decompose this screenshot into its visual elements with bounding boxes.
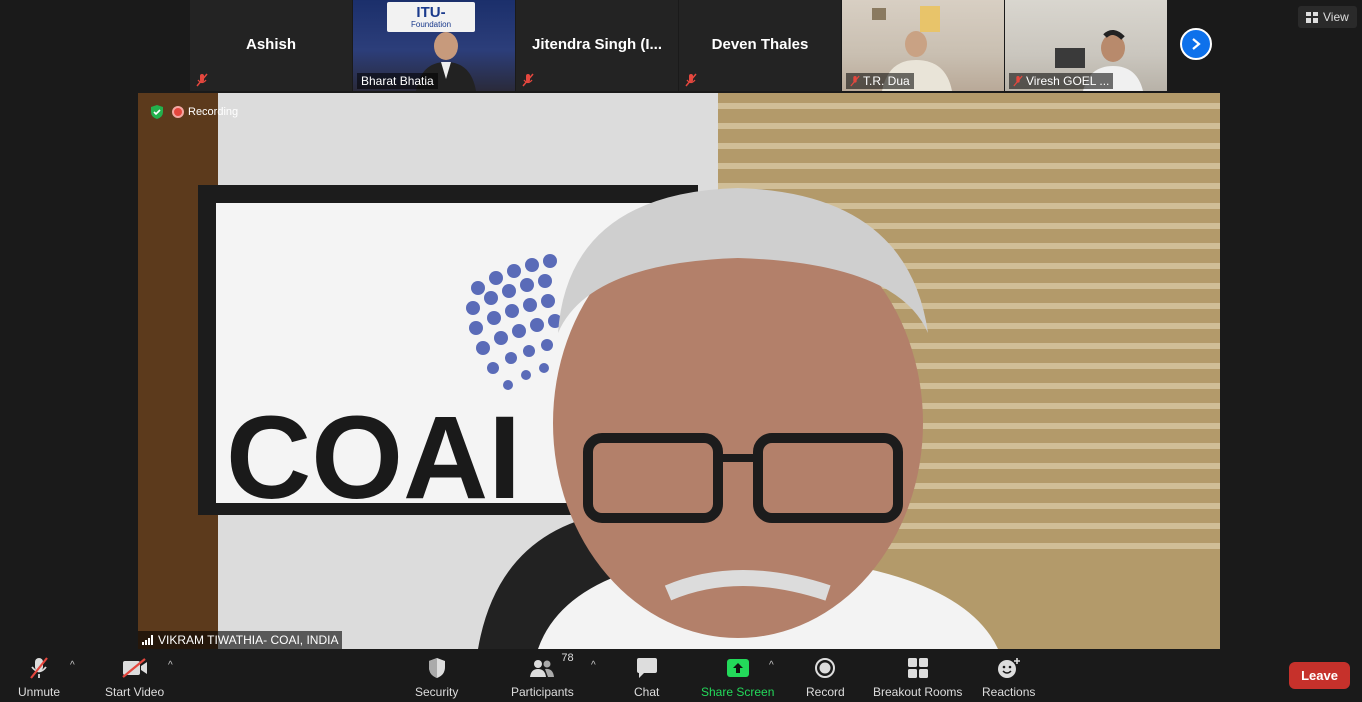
recording-dot-icon [172,106,184,118]
participant-name: Deven Thales [711,36,809,53]
participant-name-label: Viresh GOEL ... [1009,73,1114,89]
reactions-button[interactable]: Reactions [982,654,1035,699]
speaker-name-label: VIKRAM TIWATHIA- COAI, INDIA [138,631,343,649]
view-label: View [1323,10,1349,24]
participant-name-label: Bharat Bhatia [357,73,438,89]
chat-button[interactable]: Chat [634,654,659,699]
breakout-rooms-button[interactable]: Breakout Rooms [873,654,962,699]
leave-button[interactable]: Leave [1289,662,1350,689]
share-options-caret[interactable]: ^ [769,660,774,671]
participant-name: Jitendra Singh (I... [531,36,662,53]
active-speaker-video: COAI Recording VIKRAM TIWATHIA- COAI, IN… [138,93,1220,649]
chat-icon [636,658,657,678]
zoom-meeting-window: Ashish ITU- Foundation Bharat Bhatia Jite… [0,0,1362,702]
speaker-video-frame: COAI [138,93,1220,649]
start-video-button[interactable]: Start Video [105,654,164,699]
participants-button[interactable]: 78 Participants [511,652,574,699]
unmute-button[interactable]: Unmute [18,654,60,699]
muted-mic-icon [850,75,860,87]
record-icon [815,658,836,678]
grid-view-icon [1306,11,1318,23]
participants-options-caret[interactable]: ^ [591,660,596,671]
muted-mic-icon [30,657,48,679]
participants-icon [530,660,555,677]
muted-mic-icon [1013,75,1023,87]
view-button[interactable]: View [1298,6,1357,28]
chevron-right-icon [1192,38,1201,50]
share-screen-icon [726,659,749,677]
participant-tile-ashish[interactable]: Ashish [190,0,352,91]
muted-mic-icon [685,73,697,87]
next-page-button[interactable] [1180,28,1212,60]
security-button[interactable]: Security [415,654,458,699]
record-button[interactable]: Record [806,654,845,699]
participant-tile-jitendra-singh[interactable]: Jitendra Singh (I... [516,0,678,91]
recording-label: Recording [188,106,239,118]
reactions-emoji-icon [997,658,1020,678]
muted-mic-icon [522,73,534,87]
muted-mic-icon [196,73,208,87]
participant-name-label: T.R. Dua [846,73,914,89]
meeting-toolbar: Unmute ^ Start Video ^ Security 78 Parti… [0,650,1362,702]
video-options-caret[interactable]: ^ [168,660,173,671]
share-screen-button[interactable]: Share Screen [701,654,774,699]
signal-strength-icon [142,635,153,645]
encryption-shield-icon [151,105,163,119]
shield-icon [428,658,445,678]
breakout-rooms-icon [907,658,928,678]
participant-tile-viresh-goel[interactable]: Viresh GOEL ... [1005,0,1167,91]
audio-options-caret[interactable]: ^ [70,660,75,671]
recording-indicator: Recording [150,105,238,119]
participants-count: 78 [561,652,574,664]
participant-tile-deven-thales[interactable]: Deven Thales [679,0,841,91]
video-off-icon [121,658,147,678]
participant-tile-bharat-bhatia[interactable]: ITU- Foundation Bharat Bhatia [353,0,515,91]
participant-name: Ashish [245,36,296,53]
participant-strip: Ashish ITU- Foundation Bharat Bhatia Jite… [190,0,1168,91]
participant-tile-tr-dua[interactable]: T.R. Dua [842,0,1004,91]
svg-text:COAI: COAI [226,392,521,524]
